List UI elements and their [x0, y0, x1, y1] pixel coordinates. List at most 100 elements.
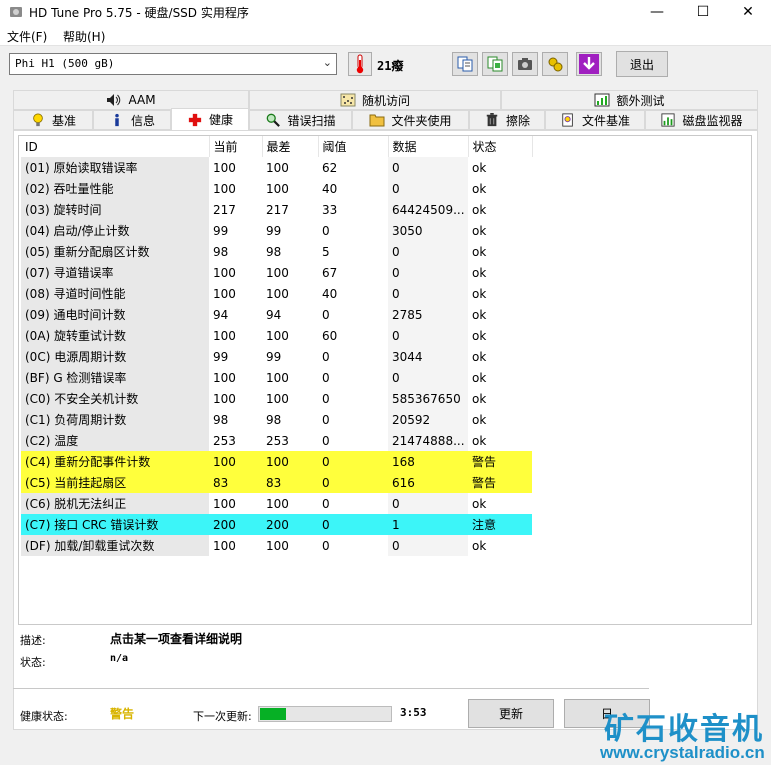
status-value: ok — [472, 328, 487, 343]
worst-value: 100 — [266, 370, 289, 385]
close-button[interactable]: ✕ — [725, 0, 771, 24]
worst-value: 100 — [266, 538, 289, 553]
table-row[interactable]: (03) 旋转时间 217 217 33 64424509... ok — [21, 199, 532, 220]
current-value: 100 — [213, 496, 236, 511]
table-row[interactable]: (08) 寻道时间性能 100 100 40 0 ok — [21, 283, 532, 304]
raw-data-value: 21474888... — [388, 430, 468, 451]
table-row[interactable]: (DF) 加载/卸载重试次数 100 100 0 0 ok — [21, 535, 532, 556]
threshold-value: 40 — [322, 286, 338, 301]
options-button[interactable] — [542, 52, 568, 76]
column-header-worst[interactable]: 最差 — [262, 136, 319, 157]
copy-text-button[interactable] — [452, 52, 478, 76]
worst-value: 100 — [266, 328, 289, 343]
worst-value: 200 — [262, 514, 318, 535]
status-value: 警告 — [468, 472, 532, 493]
current-value: 100 — [209, 451, 262, 472]
raw-data-value: 0 — [388, 325, 468, 346]
column-header-status[interactable]: 状态 — [468, 136, 533, 157]
tab-random-access[interactable]: 随机访问 — [249, 90, 501, 110]
tab-extra-tests-label: 额外测试 — [616, 93, 665, 108]
worst-value: 100 — [266, 265, 289, 280]
tab-erase[interactable]: 擦除 — [469, 110, 545, 130]
tab-extra-tests[interactable]: 额外测试 — [501, 90, 758, 110]
countdown-timer: 3:53 — [400, 706, 427, 719]
table-row[interactable]: (04) 启动/停止计数 99 99 0 3050 ok — [21, 220, 532, 241]
table-row[interactable]: (C6) 脱机无法纠正 100 100 0 0 ok — [21, 493, 532, 514]
screenshot-button[interactable] — [512, 52, 538, 76]
raw-data-value: 3050 — [388, 220, 468, 241]
tab-folder-usage[interactable]: 文件夹使用 — [352, 110, 469, 130]
threshold-value: 0 — [318, 472, 388, 493]
status-value: n/a — [110, 653, 129, 664]
current-value: 99 — [213, 349, 229, 364]
threshold-value: 67 — [322, 265, 338, 280]
table-row[interactable]: (0C) 电源周期计数 99 99 0 3044 ok — [21, 346, 532, 367]
table-row[interactable]: (0A) 旋转重试计数 100 100 60 0 ok — [21, 325, 532, 346]
worst-value: 99 — [266, 349, 282, 364]
worst-value: 100 — [266, 496, 289, 511]
threshold-value: 0 — [318, 451, 388, 472]
raw-data-value: 1 — [388, 514, 468, 535]
attribute-name: (02) 吞吐量性能 — [21, 178, 209, 199]
worst-value: 99 — [266, 223, 282, 238]
thermometer-icon — [348, 52, 372, 76]
threshold-value: 33 — [322, 202, 338, 217]
table-row[interactable]: (02) 吞吐量性能 100 100 40 0 ok — [21, 178, 532, 199]
table-header: ID 当前 最差 阈值 数据 状态 — [21, 136, 533, 157]
exit-button[interactable]: 退出 — [616, 51, 668, 77]
minimize-button[interactable]: — — [634, 0, 680, 24]
tab-error-scan[interactable]: 错误扫描 — [249, 110, 352, 130]
column-header-threshold[interactable]: 阈值 — [318, 136, 389, 157]
table-row[interactable]: (C0) 不安全关机计数 100 100 0 585367650 ok — [21, 388, 532, 409]
tab-info[interactable]: 信息 — [93, 110, 171, 130]
maximize-button[interactable]: ☐ — [680, 0, 726, 24]
status-value: ok — [472, 202, 487, 217]
threshold-value: 60 — [322, 328, 338, 343]
column-header-current[interactable]: 当前 — [209, 136, 263, 157]
worst-value: 100 — [266, 286, 289, 301]
attribute-name: (03) 旋转时间 — [21, 199, 209, 220]
status-value: ok — [472, 181, 487, 196]
raw-data-value: 0 — [388, 283, 468, 304]
threshold-value: 0 — [322, 307, 330, 322]
chevron-down-icon: ⌄ — [322, 56, 332, 69]
column-header-data[interactable]: 数据 — [388, 136, 469, 157]
menu-file[interactable]: 文件(F) — [7, 28, 47, 45]
tab-aam[interactable]: AAM — [13, 90, 249, 110]
worst-value: 94 — [266, 307, 282, 322]
drive-select[interactable]: Phi H1 (500 gB) ⌄ — [9, 53, 337, 75]
extra-tests-icon — [594, 93, 610, 107]
menu-help[interactable]: 帮助(H) — [63, 28, 105, 45]
tab-benchmark[interactable]: 基准 — [13, 110, 93, 130]
threshold-value: 0 — [322, 412, 330, 427]
table-row[interactable]: (C7) 接口 CRC 错误计数 200 200 0 1 注意 — [21, 514, 532, 535]
attribute-name: (C2) 温度 — [21, 430, 209, 451]
smart-table: ID 当前 最差 阈值 数据 状态 (01) 原始读取错误率 100 100 62 0 o… — [21, 136, 533, 556]
update-button[interactable]: 更新 — [468, 699, 554, 728]
attribute-name: (DF) 加载/卸载重试次数 — [21, 535, 209, 556]
tab-file-benchmark[interactable]: 文件基准 — [545, 110, 645, 130]
table-row[interactable]: (05) 重新分配扇区计数 98 98 5 0 ok — [21, 241, 532, 262]
table-row[interactable]: (C1) 负荷周期计数 98 98 0 20592 ok — [21, 409, 532, 430]
current-value: 83 — [209, 472, 262, 493]
table-row[interactable]: (09) 通电时间计数 94 94 0 2785 ok — [21, 304, 532, 325]
table-row[interactable]: (C5) 当前挂起扇区 83 83 0 616 警告 — [21, 472, 532, 493]
table-row[interactable]: (C2) 温度 253 253 0 21474888... ok — [21, 430, 532, 451]
next-update-progress-bar — [258, 706, 392, 722]
copy-text-icon — [457, 56, 473, 72]
screenshot-camera-icon — [518, 58, 532, 70]
raw-data-value: 168 — [388, 451, 468, 472]
table-row[interactable]: (C4) 重新分配事件计数 100 100 0 168 警告 — [21, 451, 532, 472]
tab-health[interactable]: 健康 — [171, 108, 249, 130]
column-header-id[interactable]: ID — [21, 136, 210, 157]
smart-attributes-list[interactable]: ID 当前 最差 阈值 数据 状态 (01) 原始读取错误率 100 100 62 0 o… — [18, 135, 752, 625]
copy-info-button[interactable] — [482, 52, 508, 76]
table-row[interactable]: (07) 寻道错误率 100 100 67 0 ok — [21, 262, 532, 283]
current-value: 100 — [213, 538, 236, 553]
attribute-name: (C6) 脱机无法纠正 — [21, 493, 209, 514]
table-row[interactable]: (BF) G 检测错误率 100 100 0 0 ok — [21, 367, 532, 388]
save-download-button[interactable] — [576, 52, 602, 76]
table-row[interactable]: (01) 原始读取错误率 100 100 62 0 ok — [21, 157, 532, 178]
threshold-value: 0 — [322, 538, 330, 553]
tab-disk-monitor[interactable]: 磁盘监视器 — [645, 110, 758, 130]
